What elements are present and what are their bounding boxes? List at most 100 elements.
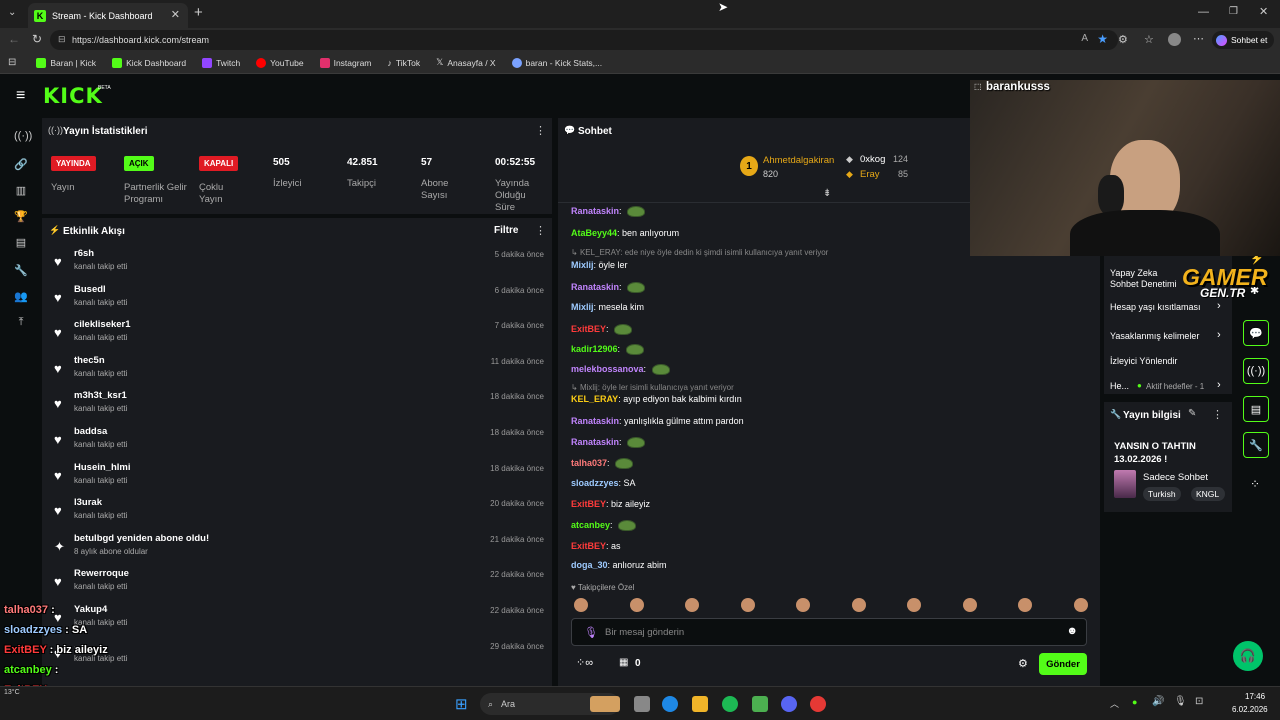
window-close-icon[interactable]: ✕ — [1259, 5, 1268, 18]
close-tab-icon[interactable]: ✕ — [171, 8, 180, 21]
windows-start-icon[interactable]: ⊞ — [455, 695, 468, 713]
maximize-icon[interactable]: ❐ — [1229, 6, 1238, 17]
bookmark-tiktok[interactable]: ♪ TikTok — [381, 58, 426, 68]
activity-event-row[interactable]: ♥ l3urak kanalı takip etti 20 dakika önce — [46, 493, 552, 528]
back-icon[interactable]: ← — [8, 32, 20, 46]
bookmark-kick-dashboard[interactable]: Kick Dashboard — [106, 57, 192, 68]
tools-toggle-button[interactable]: 🔧 — [1243, 432, 1269, 458]
trophy-icon[interactable]: 🏆 — [14, 210, 28, 224]
bookmarks-icon[interactable]: ⊟ — [8, 57, 16, 68]
quick-emote-icon[interactable] — [629, 598, 644, 612]
chat-username[interactable]: Ranataskin — [571, 437, 619, 447]
chat-username[interactable]: kadir12906 — [571, 344, 618, 354]
activity-event-row[interactable]: ♥ Rewerroque kanalı takip etti 22 dakika ön… — [46, 564, 552, 599]
store-icon[interactable]: ▦ — [619, 657, 628, 668]
read-aloud-icon[interactable]: A — [1081, 33, 1088, 44]
reload-icon[interactable]: ↻ — [32, 32, 42, 46]
chat-toggle-button[interactable]: 💬 — [1243, 320, 1269, 346]
users-icon[interactable]: 👥 — [14, 290, 28, 304]
browser-tab-active[interactable]: K Stream - Kick Dashboard ✕ — [28, 3, 188, 28]
edit-icon[interactable]: ✎ — [1188, 408, 1196, 419]
quick-emote-icon[interactable] — [907, 598, 921, 612]
filter-button[interactable]: Filtre — [494, 225, 518, 236]
activity-event-row[interactable]: ♥ Yakup4 kanalı takip etti 22 dakika önce — [46, 600, 552, 635]
site-info-icon[interactable]: ⊟ — [58, 34, 66, 45]
ai-moderation-item[interactable]: Yapay Zeka Sohbet Denetimi — [1110, 268, 1180, 290]
broadcast-toggle-button[interactable]: ((·)) — [1243, 358, 1269, 384]
tag-turkish[interactable]: Turkish — [1143, 487, 1181, 501]
bookmark-instagram[interactable]: Instagram — [314, 57, 378, 68]
quick-emote-icon[interactable] — [1018, 598, 1032, 612]
activity-more-icon[interactable]: ⋮ — [535, 224, 546, 237]
analytics-icon[interactable]: ▥ — [14, 184, 28, 198]
quick-emote-icon[interactable] — [685, 598, 699, 612]
layout-toggle-button[interactable]: ▤ — [1243, 396, 1269, 422]
kick-logo[interactable]: KICK — [43, 84, 103, 108]
activity-event-row[interactable]: ♥ thec5n kanalı takip etti 11 dakika önce — [46, 351, 552, 386]
mic-icon[interactable]: 🎙 — [1174, 696, 1187, 707]
activity-event-row[interactable]: ♥ r6sh kanalı takip etti 5 dakika önce — [46, 244, 552, 279]
minimize-icon[interactable]: — — [1198, 6, 1209, 18]
file-explorer-icon[interactable] — [692, 696, 708, 712]
task-view-icon[interactable] — [634, 696, 650, 712]
activity-event-row[interactable]: ♥... kanalı takip etti 29 dakika önce — [46, 636, 552, 671]
gifter-name[interactable]: 0xkog — [860, 154, 885, 165]
support-button[interactable]: 🎧 — [1233, 641, 1263, 671]
microphone-icon[interactable]: 🎙 — [584, 626, 598, 639]
chat-username[interactable]: doga_30 — [571, 560, 608, 570]
scroll-down-icon[interactable]: ⇟ — [823, 188, 831, 199]
chat-username[interactable]: talha037 — [571, 458, 607, 468]
bookmark-twitch[interactable]: Twitch — [196, 57, 246, 68]
quick-emote-icon[interactable] — [796, 598, 810, 612]
chat-message[interactable]: talha037: — [571, 458, 634, 470]
quick-emote-icon[interactable] — [962, 598, 977, 612]
goals-item[interactable]: He... — [1110, 381, 1129, 391]
stats-more-icon[interactable]: ⋮ — [535, 124, 546, 137]
quick-emote-icon[interactable] — [851, 598, 866, 612]
discord-icon[interactable] — [781, 696, 797, 712]
activity-event-row[interactable]: ♥ baddsa kanalı takip etti 18 dakika önce — [46, 422, 552, 457]
chat-message[interactable]: doga_30: anlıoruz abim — [571, 560, 667, 570]
chat-username[interactable]: sloadzzyes — [571, 478, 619, 488]
chat-username[interactable]: Ranataskin — [571, 206, 619, 216]
quick-emote-icon[interactable] — [1073, 598, 1088, 612]
app-icon[interactable] — [810, 696, 826, 712]
chat-message[interactable]: kadir12906: — [571, 344, 644, 356]
raid-item[interactable]: İzleyici Yönlendir — [1110, 356, 1177, 366]
obs-icon[interactable] — [752, 696, 768, 712]
chat-username[interactable]: melekbossanova — [571, 364, 644, 374]
chat-username[interactable]: KEL_ERAY — [571, 394, 618, 404]
bookmark-youtube[interactable]: YouTube — [250, 57, 309, 68]
edge-icon[interactable] — [662, 696, 678, 712]
more-dots-icon[interactable]: ⁘ — [1250, 477, 1260, 491]
favorites-icon[interactable]: ☆ — [1144, 33, 1154, 46]
chat-username[interactable]: ExitBEY — [571, 499, 606, 509]
chat-username[interactable]: AtaBeyy44 — [571, 228, 617, 238]
tray-app-icon[interactable]: ● — [1132, 697, 1137, 707]
network-icon[interactable]: ⊡ — [1195, 696, 1203, 707]
bookmark-x[interactable]: 𝕏 Anasayfa / X — [430, 57, 501, 68]
chat-username[interactable]: Mixlij — [571, 302, 594, 312]
activity-event-row[interactable]: ♥ cilekliseker1 kanalı takip etti 7 dakika … — [46, 315, 552, 350]
bookmark-kick-stats[interactable]: baran - Kick Stats,... — [506, 57, 609, 68]
points-icon[interactable]: ⁘∞ — [576, 656, 593, 669]
gifter-name[interactable]: Eray — [860, 169, 880, 180]
chat-message[interactable]: sloadzzyes: SA — [571, 478, 636, 488]
hamburger-menu-icon[interactable]: ≡ — [16, 87, 25, 105]
activity-event-row[interactable]: ♥ Busedl kanalı takip etti 6 dakika önce — [46, 280, 552, 315]
tray-chevron-icon[interactable]: ︿ — [1110, 697, 1119, 710]
chat-message[interactable]: atcanbey: — [571, 520, 637, 532]
wrench-icon[interactable]: 🔧 — [14, 264, 28, 278]
chat-message[interactable]: Ranataskin: — [571, 437, 646, 449]
chat-settings-icon[interactable]: ⚙ — [1018, 657, 1028, 670]
chat-message[interactable]: ExitBEY: — [571, 324, 633, 336]
chat-username[interactable]: atcanbey — [571, 520, 610, 530]
chat-message[interactable]: AtaBeyy44: ben anlıyorum — [571, 228, 679, 238]
chat-input[interactable]: 🎙 Bir mesaj gönderin ☻ — [571, 618, 1087, 646]
library-icon[interactable]: ▤ — [14, 236, 28, 250]
volume-icon[interactable]: 🔊 — [1152, 696, 1164, 707]
chat-message[interactable]: Ranataskin: yanlışlıkla gülme attım pard… — [571, 416, 744, 426]
chat-message[interactable]: Ranataskin: — [571, 206, 646, 218]
bookmark-baran-kick[interactable]: Baran | Kick — [30, 57, 102, 68]
top-gifter-name[interactable]: Ahmetdalgakiran — [763, 155, 834, 166]
